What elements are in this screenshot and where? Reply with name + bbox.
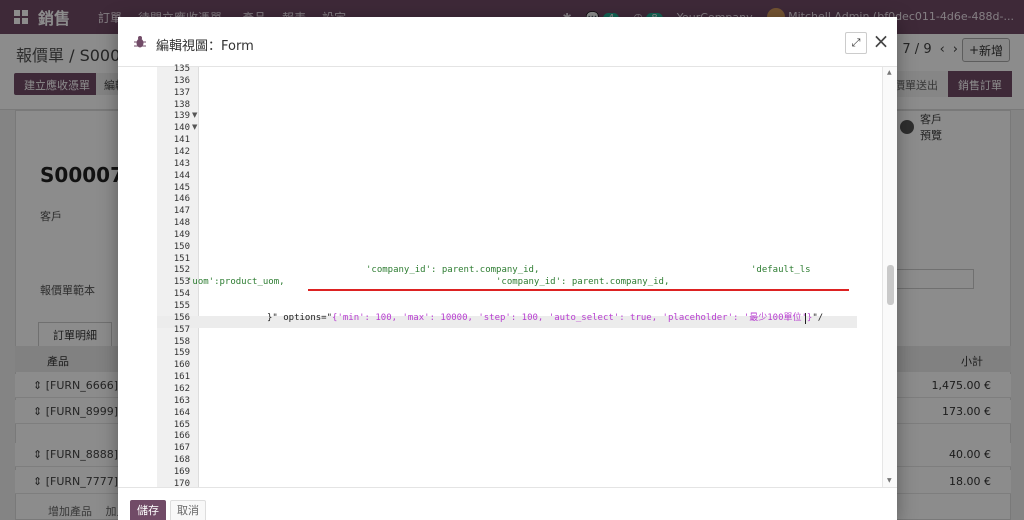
- line-number: 167: [173, 443, 190, 454]
- line-number: 159: [173, 348, 190, 359]
- save-button[interactable]: 儲存: [130, 500, 166, 520]
- line-number: 163: [173, 395, 190, 406]
- line-number: 155: [173, 301, 190, 311]
- bug-icon: [134, 36, 146, 48]
- line-number: 162: [173, 383, 190, 394]
- expand-icon[interactable]: ⤢: [845, 32, 867, 54]
- line-number: 137: [173, 87, 190, 98]
- line-number: 152: [173, 265, 190, 276]
- cancel-button[interactable]: 取消: [170, 500, 206, 520]
- line-number: 161: [173, 372, 190, 383]
- code-line-152-part-b: 'default_ls: [751, 265, 811, 275]
- code-editor[interactable]: 135 136 137 138 139 140 141 142 143 144 145 146 147 1…: [157, 64, 896, 489]
- line-number: 168: [173, 455, 190, 466]
- line-number: 141: [173, 135, 190, 146]
- line-number: 153: [173, 277, 190, 288]
- line-number: 149: [173, 229, 190, 240]
- line-number: 156: [173, 312, 190, 323]
- line-number: 169: [173, 466, 190, 477]
- text-cursor: [805, 313, 806, 324]
- line-number: 135: [173, 64, 190, 74]
- code-line-153-part-a: 'uom':product_uom,: [187, 277, 285, 287]
- fold-arrow-icon[interactable]: ▼: [192, 123, 197, 131]
- code-line-156-prefix: }" options=": [267, 313, 333, 323]
- line-number: 160: [173, 360, 190, 371]
- code-line-156-suffix: "/: [812, 313, 824, 323]
- line-number: 148: [173, 218, 190, 229]
- fold-arrow-icon[interactable]: ▼: [192, 111, 197, 119]
- annotation-underline: [308, 289, 849, 291]
- close-icon[interactable]: ×: [872, 29, 890, 53]
- code-line-156: }" options="{'min': 100, 'max': 10000, '…: [267, 313, 823, 324]
- scroll-thumb[interactable]: [887, 265, 894, 305]
- line-number: 147: [173, 206, 190, 217]
- line-number: 136: [173, 75, 190, 86]
- dialog-title: 編輯視圖：Form: [156, 39, 254, 54]
- line-number: 145: [173, 182, 190, 193]
- dialog-header: 編輯視圖：Form ⤢ ×: [118, 17, 897, 67]
- line-number: 140: [173, 123, 190, 134]
- scroll-up-icon[interactable]: ▲: [887, 69, 892, 76]
- line-number: 151: [173, 253, 190, 264]
- line-number: 143: [173, 158, 190, 169]
- line-number: 154: [173, 289, 190, 300]
- line-number: 157: [173, 324, 190, 335]
- line-number: 142: [173, 146, 190, 157]
- line-number: 166: [173, 431, 190, 442]
- dialog-footer: 儲存 取消: [118, 487, 897, 520]
- line-number: 158: [173, 336, 190, 347]
- edit-view-dialog: 編輯視圖：Form ⤢ × 135 136 137 138 139 140 141 142 14…: [118, 17, 897, 520]
- code-line-152-part-a: 'company_id': parent.company_id,: [366, 265, 540, 275]
- line-number: 144: [173, 170, 190, 181]
- line-number: 165: [173, 419, 190, 430]
- line-number: 138: [173, 99, 190, 110]
- code-line-156-options: {'min': 100, 'max': 10000, 'step': 100, …: [332, 313, 813, 323]
- scroll-down-icon[interactable]: ▼: [887, 477, 892, 484]
- line-number: 164: [173, 407, 190, 418]
- line-number: 139: [173, 111, 190, 122]
- code-line-153-part-b: 'company_id': parent.company_id,: [496, 277, 670, 287]
- editor-scrollbar[interactable]: ▲ ▼: [882, 67, 897, 487]
- line-number: 150: [173, 241, 190, 252]
- line-number: 146: [173, 194, 190, 205]
